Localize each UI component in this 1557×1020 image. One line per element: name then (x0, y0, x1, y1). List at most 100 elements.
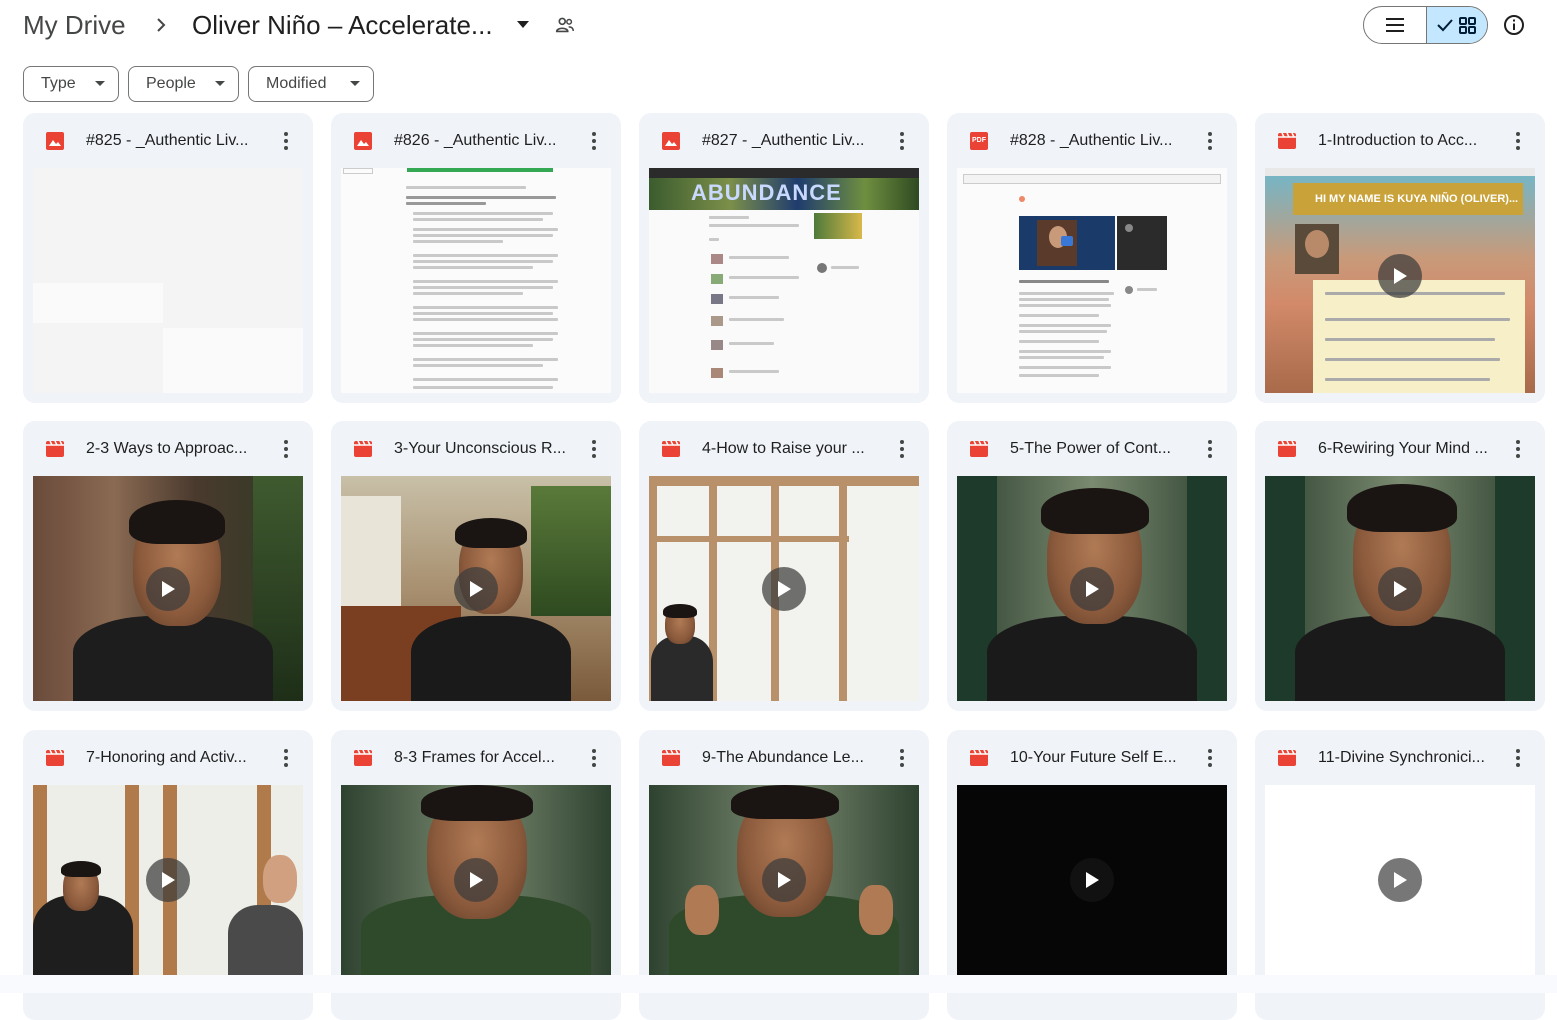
caret-down-icon (343, 81, 367, 87)
file-name: #827 - _Authentic Liv... (702, 132, 865, 149)
more-vert-icon[interactable] (275, 747, 297, 769)
video-file-icon (353, 439, 373, 459)
file-card[interactable]: #825 - _Authentic Liv... (23, 113, 313, 403)
file-thumbnail: HI MY NAME IS KUYA NIÑO (OLIVER)... (1265, 168, 1535, 393)
top-bar: My Drive Oliver Niño – Accelerate... (0, 0, 1557, 52)
play-icon[interactable] (146, 566, 190, 611)
file-thumbnail (649, 785, 919, 975)
image-file-icon (661, 131, 681, 151)
file-card[interactable]: #826 - _Authentic Liv... (331, 113, 621, 403)
more-vert-icon[interactable] (583, 438, 605, 460)
file-thumbnail (649, 476, 919, 701)
play-icon[interactable] (1070, 566, 1114, 611)
more-vert-icon[interactable] (583, 130, 605, 152)
filter-modified-chip[interactable]: Modified (248, 66, 374, 102)
file-thumbnail (957, 168, 1227, 393)
play-icon[interactable] (454, 566, 498, 611)
shared-people-icon[interactable] (554, 14, 576, 36)
more-vert-icon[interactable] (1507, 438, 1529, 460)
video-file-icon (1277, 748, 1297, 768)
caret-down-icon[interactable] (514, 16, 532, 34)
file-name: 6-Rewiring Your Mind ... (1318, 440, 1488, 457)
file-card[interactable]: 5-The Power of Cont... (947, 421, 1237, 711)
file-thumbnail (1265, 785, 1535, 975)
image-file-icon (45, 131, 65, 151)
file-name: 10-Your Future Self E... (1010, 749, 1177, 766)
more-vert-icon[interactable] (891, 130, 913, 152)
play-icon[interactable] (762, 858, 806, 902)
play-icon[interactable] (1070, 858, 1114, 902)
check-grid-icon (1437, 17, 1476, 34)
filter-type-label: Type (41, 75, 76, 92)
file-thumbnail (957, 476, 1227, 701)
file-name: 4-How to Raise your ... (702, 440, 865, 457)
image-file-icon (353, 131, 373, 151)
file-name: #826 - _Authentic Liv... (394, 132, 557, 149)
file-card[interactable]: #827 - _Authentic Liv... ABUNDANCE (639, 113, 929, 403)
play-icon[interactable] (1378, 858, 1422, 902)
video-file-icon (353, 748, 373, 768)
play-icon[interactable] (1378, 253, 1422, 298)
file-thumbnail (341, 168, 611, 393)
file-thumbnail: ABUNDANCE (649, 168, 919, 393)
file-name: 8-3 Frames for Accel... (394, 749, 555, 766)
more-vert-icon[interactable] (1507, 130, 1529, 152)
grid-view-button[interactable] (1425, 7, 1487, 43)
file-name: 3-Your Unconscious R... (394, 440, 566, 457)
video-file-icon (1277, 439, 1297, 459)
more-vert-icon[interactable] (1199, 747, 1221, 769)
file-thumbnail (33, 785, 303, 975)
breadcrumb-current-folder[interactable]: Oliver Niño – Accelerate... (192, 8, 493, 42)
file-card[interactable]: PDF #828 - _Authentic Liv... (947, 113, 1237, 403)
filter-people-label: People (146, 75, 196, 92)
file-thumbnail (341, 476, 611, 701)
file-card[interactable]: 2-3 Ways to Approac... (23, 421, 313, 711)
more-vert-icon[interactable] (891, 747, 913, 769)
pdf-badge-text: PDF (972, 137, 986, 144)
list-view-button[interactable] (1364, 7, 1426, 43)
video-file-icon (661, 748, 681, 768)
file-thumbnail (33, 168, 303, 393)
more-vert-icon[interactable] (891, 438, 913, 460)
more-vert-icon[interactable] (1199, 130, 1221, 152)
chevron-right-icon (153, 14, 169, 36)
caret-down-icon (208, 81, 232, 87)
list-icon (1385, 18, 1404, 32)
intro-banner-text: HI MY NAME IS KUYA NIÑO (OLIVER)... (1315, 193, 1519, 205)
file-card[interactable]: 6-Rewiring Your Mind ... (1255, 421, 1545, 711)
file-name: 7-Honoring and Activ... (86, 749, 247, 766)
file-name: 5-The Power of Cont... (1010, 440, 1171, 457)
filter-type-chip[interactable]: Type (23, 66, 119, 102)
file-thumbnail (957, 785, 1227, 975)
file-card[interactable]: 3-Your Unconscious R... (331, 421, 621, 711)
abundance-banner-text: ABUNDANCE (691, 180, 842, 205)
file-card[interactable]: 4-How to Raise your ... (639, 421, 929, 711)
video-file-icon (661, 439, 681, 459)
more-vert-icon[interactable] (275, 130, 297, 152)
view-toggle (1363, 6, 1488, 44)
file-thumbnail (33, 476, 303, 701)
file-thumbnail (1265, 476, 1535, 701)
video-file-icon (45, 748, 65, 768)
file-name: #825 - _Authentic Liv... (86, 132, 249, 149)
more-vert-icon[interactable] (1507, 747, 1529, 769)
video-file-icon (1277, 131, 1297, 151)
caret-down-icon (88, 81, 112, 87)
more-vert-icon[interactable] (583, 747, 605, 769)
more-vert-icon[interactable] (1199, 438, 1221, 460)
breadcrumb-my-drive[interactable]: My Drive (23, 8, 126, 42)
bottom-edge (0, 975, 1557, 993)
play-icon[interactable] (146, 858, 190, 902)
play-icon[interactable] (762, 566, 806, 611)
file-name: #828 - _Authentic Liv... (1010, 132, 1173, 149)
file-name: 2-3 Ways to Approac... (86, 440, 248, 457)
file-card[interactable]: 1-Introduction to Acc... HI MY NAME IS K… (1255, 113, 1545, 403)
pdf-file-icon: PDF (969, 131, 989, 151)
file-thumbnail (341, 785, 611, 975)
play-icon[interactable] (1378, 566, 1422, 611)
file-name: 1-Introduction to Acc... (1318, 132, 1478, 149)
play-icon[interactable] (454, 858, 498, 902)
filter-people-chip[interactable]: People (128, 66, 239, 102)
info-icon[interactable] (1502, 13, 1526, 37)
more-vert-icon[interactable] (275, 438, 297, 460)
